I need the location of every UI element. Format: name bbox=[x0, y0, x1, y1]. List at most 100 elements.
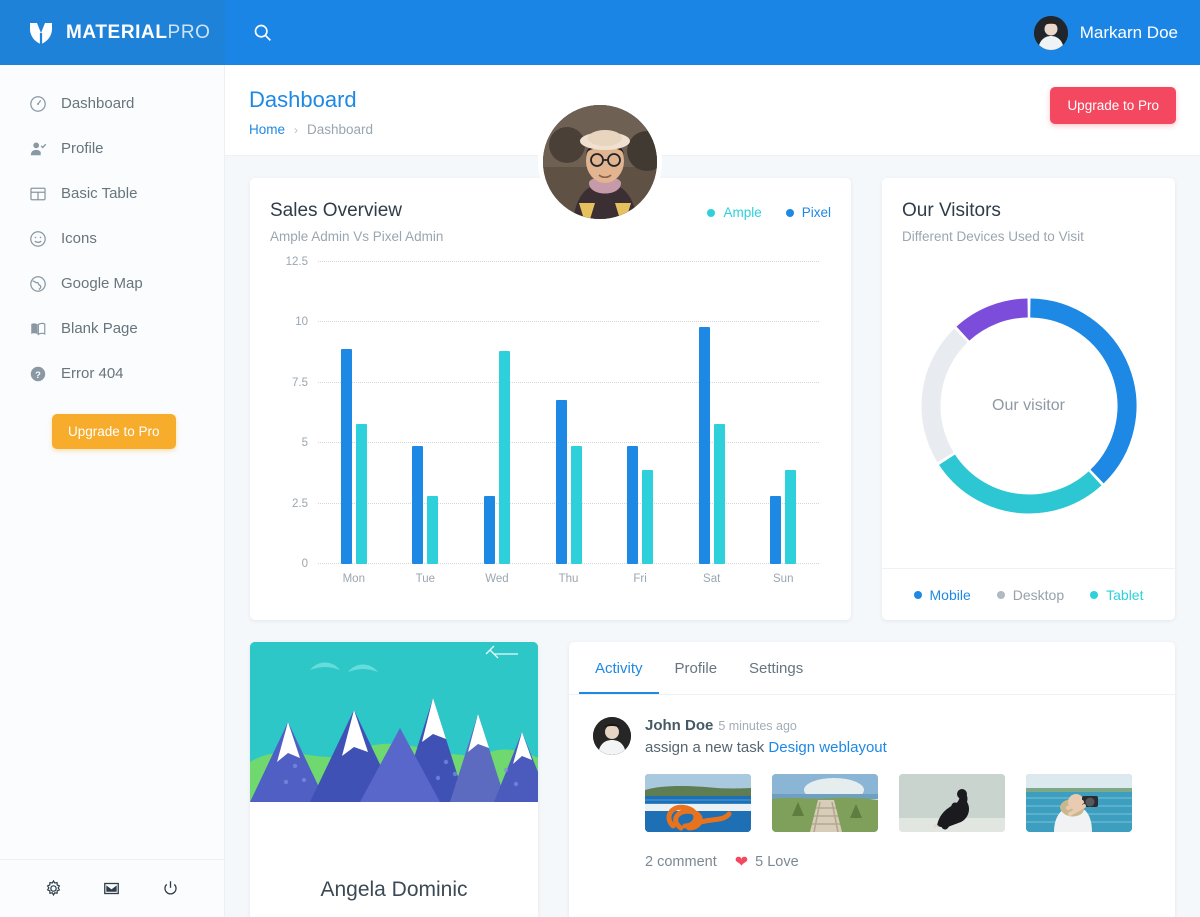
x-axis-tick-label: Sun bbox=[773, 573, 794, 585]
bar-ample[interactable] bbox=[785, 469, 797, 564]
legend-label: Tablet bbox=[1106, 586, 1144, 603]
user-menu[interactable]: Markarn Doe bbox=[1033, 15, 1178, 50]
header-upgrade-to-pro-button[interactable]: Upgrade to Pro bbox=[1050, 87, 1176, 124]
photo-woman-camera-thumbnail[interactable] bbox=[1026, 774, 1132, 832]
sidebar-item-label: Dashboard bbox=[61, 95, 135, 112]
tab-profile[interactable]: Profile bbox=[659, 642, 734, 694]
mail-icon[interactable] bbox=[102, 879, 121, 898]
brand-logo[interactable]: MATERIALPRO bbox=[0, 0, 225, 65]
bar-group: Sun bbox=[747, 262, 819, 585]
person-check-icon bbox=[28, 139, 47, 158]
post-avatar bbox=[593, 717, 631, 755]
page-title: Dashboard bbox=[249, 87, 357, 112]
bar-ample[interactable] bbox=[642, 469, 654, 564]
dashboard-content: Sales Overview Ample Admin Vs Pixel Admi… bbox=[225, 100, 1200, 917]
bar-chart-plot: 0 2.5 5 7.5 10 12.5 Mon Tue Wed Thu Fri Sat Sun bbox=[286, 256, 819, 585]
x-axis-tick-label: Tue bbox=[415, 573, 436, 585]
x-axis-tick-label: Wed bbox=[485, 573, 509, 585]
donut-chart: Our visitor bbox=[913, 290, 1145, 522]
tab-activity[interactable]: Activity bbox=[579, 642, 659, 694]
search-icon bbox=[252, 22, 273, 43]
sidebar-item-label: Error 404 bbox=[61, 365, 124, 382]
visitors-subtitle: Different Devices Used to Visit bbox=[902, 229, 1084, 244]
sidebar-item-blank-page[interactable]: Blank Page bbox=[0, 306, 224, 351]
bar-group: Thu bbox=[533, 262, 605, 585]
bar-pixel[interactable] bbox=[412, 445, 424, 564]
material-pro-logo-icon bbox=[28, 20, 54, 46]
table-icon bbox=[28, 184, 47, 203]
profile-card: Angela Dominic bbox=[250, 100, 662, 917]
power-icon[interactable] bbox=[161, 879, 180, 898]
post-thumbnails bbox=[645, 774, 1151, 832]
bar-ample[interactable] bbox=[427, 496, 439, 564]
activity-tabs: Activity Profile Settings bbox=[569, 642, 1175, 695]
legend-item-pixel[interactable]: Pixel bbox=[785, 205, 831, 220]
sidebar: Dashboard Profile Basic Table Icons Goog… bbox=[0, 65, 225, 917]
sidebar-item-label: Basic Table bbox=[61, 185, 138, 202]
sidebar-item-profile[interactable]: Profile bbox=[0, 126, 224, 171]
bar-pixel[interactable] bbox=[627, 445, 639, 564]
smiley-icon bbox=[28, 229, 47, 248]
legend-dot-icon bbox=[913, 590, 922, 599]
post-time: 5 minutes ago bbox=[718, 719, 797, 733]
x-axis-tick-label: Thu bbox=[558, 573, 579, 585]
post-author[interactable]: John Doe bbox=[645, 717, 713, 734]
photo-rope-boat-thumbnail[interactable] bbox=[645, 774, 751, 832]
legend-dot-icon bbox=[1090, 590, 1099, 599]
bar-pixel[interactable] bbox=[483, 496, 495, 564]
our-visitors-card: Our Visitors Different Devices Used to V… bbox=[882, 178, 1175, 620]
sales-bar-chart: 0 2.5 5 7.5 10 12.5 Mon Tue Wed Thu Fri Sat Sun bbox=[270, 252, 831, 598]
sales-card-titles: Sales Overview Ample Admin Vs Pixel Admi… bbox=[270, 200, 443, 244]
bar-ample[interactable] bbox=[498, 351, 510, 564]
bottom-row: Angela Dominic Activity Profile Settings bbox=[250, 100, 1175, 917]
legend-item-mobile[interactable]: Mobile bbox=[913, 587, 971, 603]
photo-beach-boardwalk-thumbnail[interactable] bbox=[772, 774, 878, 832]
breadcrumb-home[interactable]: Home bbox=[249, 122, 285, 137]
comment-count[interactable]: 2 comment bbox=[645, 854, 717, 870]
legend-item-ample[interactable]: Ample bbox=[707, 205, 762, 220]
bar-pixel[interactable] bbox=[770, 496, 782, 564]
activity-feed: John Doe 5 minutes ago assign a new task … bbox=[569, 695, 1175, 894]
legend-item-desktop[interactable]: Desktop bbox=[996, 587, 1064, 603]
sidebar-item-icons[interactable]: Icons bbox=[0, 216, 224, 261]
activity-post: John Doe 5 minutes ago assign a new task … bbox=[593, 717, 1151, 872]
profile-name: Angela Dominic bbox=[320, 878, 468, 901]
bar-pixel[interactable] bbox=[698, 327, 710, 564]
sidebar-upgrade-wrap: Upgrade to Pro bbox=[0, 396, 224, 449]
donut-chart-wrap: Our visitor bbox=[882, 244, 1175, 568]
sidebar-nav: Dashboard Profile Basic Table Icons Goog… bbox=[0, 65, 224, 859]
avatar bbox=[1033, 15, 1068, 50]
top-navbar: MATERIALPRO Markarn Doe bbox=[0, 0, 1200, 65]
bar-pixel[interactable] bbox=[340, 348, 352, 564]
sales-overview-card: Sales Overview Ample Admin Vs Pixel Admi… bbox=[250, 178, 851, 620]
visitors-card-header: Our Visitors Different Devices Used to V… bbox=[882, 178, 1175, 244]
sales-legend: Ample Pixel bbox=[707, 200, 831, 220]
y-axis-tick-label: 7.5 bbox=[292, 376, 308, 389]
visitors-legend: Mobile Desktop Tablet bbox=[882, 568, 1175, 620]
bar-ample[interactable] bbox=[570, 445, 582, 564]
user-name: Markarn Doe bbox=[1079, 22, 1178, 42]
sidebar-item-dashboard[interactable]: Dashboard bbox=[0, 81, 224, 126]
tab-settings[interactable]: Settings bbox=[733, 642, 819, 694]
bar-pixel[interactable] bbox=[555, 399, 567, 564]
donut-center-label: Our visitor bbox=[992, 397, 1065, 414]
sidebar-upgrade-to-pro-button[interactable]: Upgrade to Pro bbox=[52, 414, 176, 449]
legend-item-tablet[interactable]: Tablet bbox=[1090, 587, 1143, 603]
gear-icon[interactable] bbox=[44, 879, 63, 898]
photo-woman-sitting-thumbnail[interactable] bbox=[899, 774, 1005, 832]
y-axis-tick-label: 10 bbox=[295, 316, 308, 329]
sidebar-item-basic-table[interactable]: Basic Table bbox=[0, 171, 224, 216]
bar-ample[interactable] bbox=[355, 423, 367, 564]
y-axis-tick-label: 5 bbox=[301, 437, 308, 450]
post-link[interactable]: Design weblayout bbox=[768, 739, 886, 756]
y-axis-tick-label: 12.5 bbox=[285, 256, 308, 268]
search-button[interactable] bbox=[245, 16, 279, 50]
sidebar-item-google-map[interactable]: Google Map bbox=[0, 261, 224, 306]
love-count[interactable]: ❤ 5 Love bbox=[735, 852, 799, 872]
x-axis-tick-label: Fri bbox=[633, 573, 647, 585]
sidebar-item-error-404[interactable]: ? Error 404 bbox=[0, 351, 224, 396]
mountains-illustration-icon bbox=[250, 642, 538, 802]
bar-ample[interactable] bbox=[713, 423, 725, 564]
brand-name: MATERIALPRO bbox=[66, 21, 211, 43]
legend-dot-icon bbox=[785, 208, 794, 217]
